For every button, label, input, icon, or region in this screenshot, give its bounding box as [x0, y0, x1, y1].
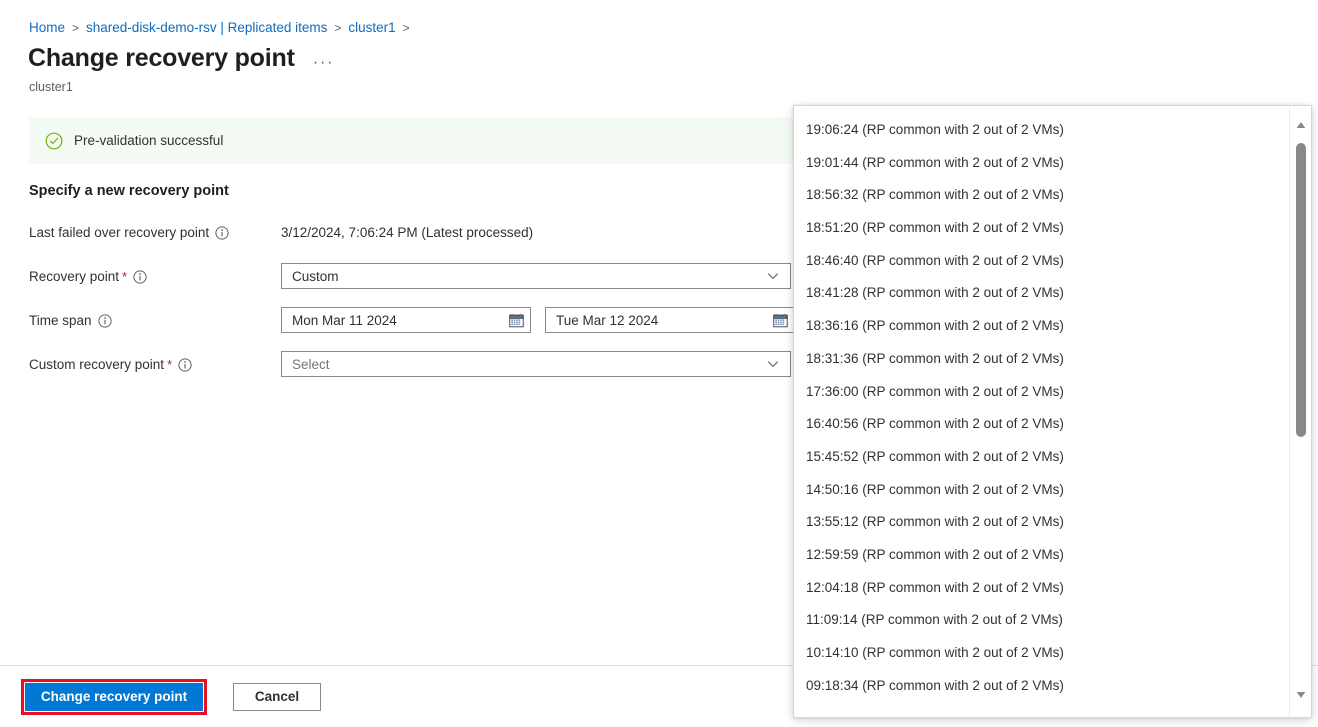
required-asterisk: * — [122, 269, 127, 284]
scroll-up-arrow-icon[interactable] — [1290, 116, 1312, 134]
dropdown-option[interactable]: 14:50:16 (RP common with 2 out of 2 VMs) — [794, 474, 1289, 507]
time-span-start-date-input[interactable]: Mon Mar 11 2024 — [281, 307, 531, 333]
dropdown-option[interactable]: 19:01:44 (RP common with 2 out of 2 VMs) — [794, 147, 1289, 180]
dropdown-option[interactable]: 18:31:36 (RP common with 2 out of 2 VMs) — [794, 343, 1289, 376]
breadcrumb-separator: > — [334, 21, 341, 35]
recovery-point-label-text: Recovery point — [29, 269, 119, 284]
cancel-button[interactable]: Cancel — [233, 683, 321, 711]
check-circle-icon — [45, 132, 63, 150]
last-failed-over-label: Last failed over recovery point — [29, 225, 281, 240]
form-row-custom-recovery-point: Custom recovery point * Select — [29, 354, 794, 374]
more-options-icon[interactable]: ··· — [311, 53, 336, 70]
section-heading: Specify a new recovery point — [29, 183, 229, 199]
recovery-point-select[interactable]: Custom — [281, 263, 791, 289]
page-subtitle: cluster1 — [29, 80, 73, 94]
recovery-point-control-area: Custom — [281, 263, 794, 289]
last-failed-over-value-area: 3/12/2024, 7:06:24 PM (Latest processed) — [281, 225, 794, 240]
recovery-point-form: Last failed over recovery point 3/12/202… — [29, 222, 794, 374]
page-title: Change recovery point — [28, 45, 295, 73]
dropdown-option[interactable]: 17:36:00 (RP common with 2 out of 2 VMs) — [794, 376, 1289, 409]
dropdown-option[interactable]: 18:51:20 (RP common with 2 out of 2 VMs) — [794, 212, 1289, 245]
last-failed-over-value: 3/12/2024, 7:06:24 PM (Latest processed) — [281, 225, 533, 240]
required-asterisk: * — [167, 357, 172, 372]
info-icon[interactable] — [133, 270, 147, 284]
info-icon[interactable] — [215, 226, 229, 240]
dropdown-group-header: 3/12/2024 — [794, 105, 1289, 114]
dropdown-option[interactable]: 16:40:56 (RP common with 2 out of 2 VMs) — [794, 408, 1289, 441]
form-row-time-span: Time span Mon Mar 11 2024 — [29, 310, 794, 330]
time-span-end-date-value: Tue Mar 12 2024 — [556, 313, 773, 328]
breadcrumb: Home > shared-disk-demo-rsv | Replicated… — [29, 20, 410, 35]
dropdown-option[interactable]: 09:18:34 (RP common with 2 out of 2 VMs) — [794, 670, 1289, 703]
dropdown-option-list: 3/12/2024 19:06:24 (RP common with 2 out… — [794, 105, 1289, 702]
chevron-down-icon — [767, 270, 779, 282]
dropdown-option[interactable]: 12:04:18 (RP common with 2 out of 2 VMs) — [794, 572, 1289, 605]
dropdown-option[interactable]: 10:14:10 (RP common with 2 out of 2 VMs) — [794, 637, 1289, 670]
calendar-icon[interactable] — [509, 313, 524, 328]
pre-validation-message: Pre-validation successful — [74, 133, 223, 148]
chevron-down-icon — [767, 358, 779, 370]
custom-recovery-point-placeholder: Select — [292, 357, 767, 372]
dropdown-option[interactable]: 11:09:14 (RP common with 2 out of 2 VMs) — [794, 604, 1289, 637]
primary-button-highlight: Change recovery point — [21, 679, 207, 715]
last-failed-over-label-text: Last failed over recovery point — [29, 225, 209, 240]
time-span-end-date-input[interactable]: Tue Mar 12 2024 — [545, 307, 795, 333]
breadcrumb-separator: > — [72, 21, 79, 35]
dropdown-option[interactable]: 18:56:32 (RP common with 2 out of 2 VMs) — [794, 179, 1289, 212]
custom-recovery-point-label-text: Custom recovery point — [29, 357, 164, 372]
dropdown-option[interactable]: 18:41:28 (RP common with 2 out of 2 VMs) — [794, 277, 1289, 310]
dropdown-option[interactable]: 12:59:59 (RP common with 2 out of 2 VMs) — [794, 539, 1289, 572]
recovery-point-label: Recovery point * — [29, 269, 281, 284]
calendar-icon[interactable] — [773, 313, 788, 328]
time-span-label-text: Time span — [29, 313, 92, 328]
change-recovery-point-button[interactable]: Change recovery point — [25, 683, 203, 711]
dropdown-option[interactable]: 15:45:52 (RP common with 2 out of 2 VMs) — [794, 441, 1289, 474]
custom-recovery-point-control-area: Select — [281, 351, 794, 377]
custom-recovery-point-label: Custom recovery point * — [29, 357, 281, 372]
breadcrumb-item-cluster[interactable]: cluster1 — [348, 20, 395, 35]
scroll-down-arrow-icon[interactable] — [1290, 686, 1312, 704]
breadcrumb-item-home[interactable]: Home — [29, 20, 65, 35]
recovery-point-selected-value: Custom — [292, 269, 767, 284]
time-span-start-date-value: Mon Mar 11 2024 — [292, 313, 509, 328]
info-icon[interactable] — [98, 314, 112, 328]
form-row-recovery-point: Recovery point * Custom — [29, 266, 794, 286]
dropdown-scrollbar[interactable] — [1289, 106, 1311, 717]
dropdown-option[interactable]: 19:06:24 (RP common with 2 out of 2 VMs) — [794, 114, 1289, 147]
custom-recovery-point-dropdown: 3/12/2024 19:06:24 (RP common with 2 out… — [793, 105, 1312, 718]
dropdown-option[interactable]: 13:55:12 (RP common with 2 out of 2 VMs) — [794, 506, 1289, 539]
breadcrumb-separator: > — [403, 21, 410, 35]
time-span-control-area: Mon Mar 11 2024 — [281, 307, 795, 333]
dropdown-option[interactable]: 18:36:16 (RP common with 2 out of 2 VMs) — [794, 310, 1289, 343]
time-span-label: Time span — [29, 313, 281, 328]
form-row-last-failed-over: Last failed over recovery point 3/12/202… — [29, 222, 794, 242]
scrollbar-thumb[interactable] — [1296, 143, 1306, 437]
info-icon[interactable] — [178, 358, 192, 372]
page-header: Change recovery point ··· — [28, 45, 336, 73]
breadcrumb-item-vault[interactable]: shared-disk-demo-rsv | Replicated items — [86, 20, 327, 35]
dropdown-option[interactable]: 18:46:40 (RP common with 2 out of 2 VMs) — [794, 245, 1289, 278]
custom-recovery-point-select[interactable]: Select — [281, 351, 791, 377]
